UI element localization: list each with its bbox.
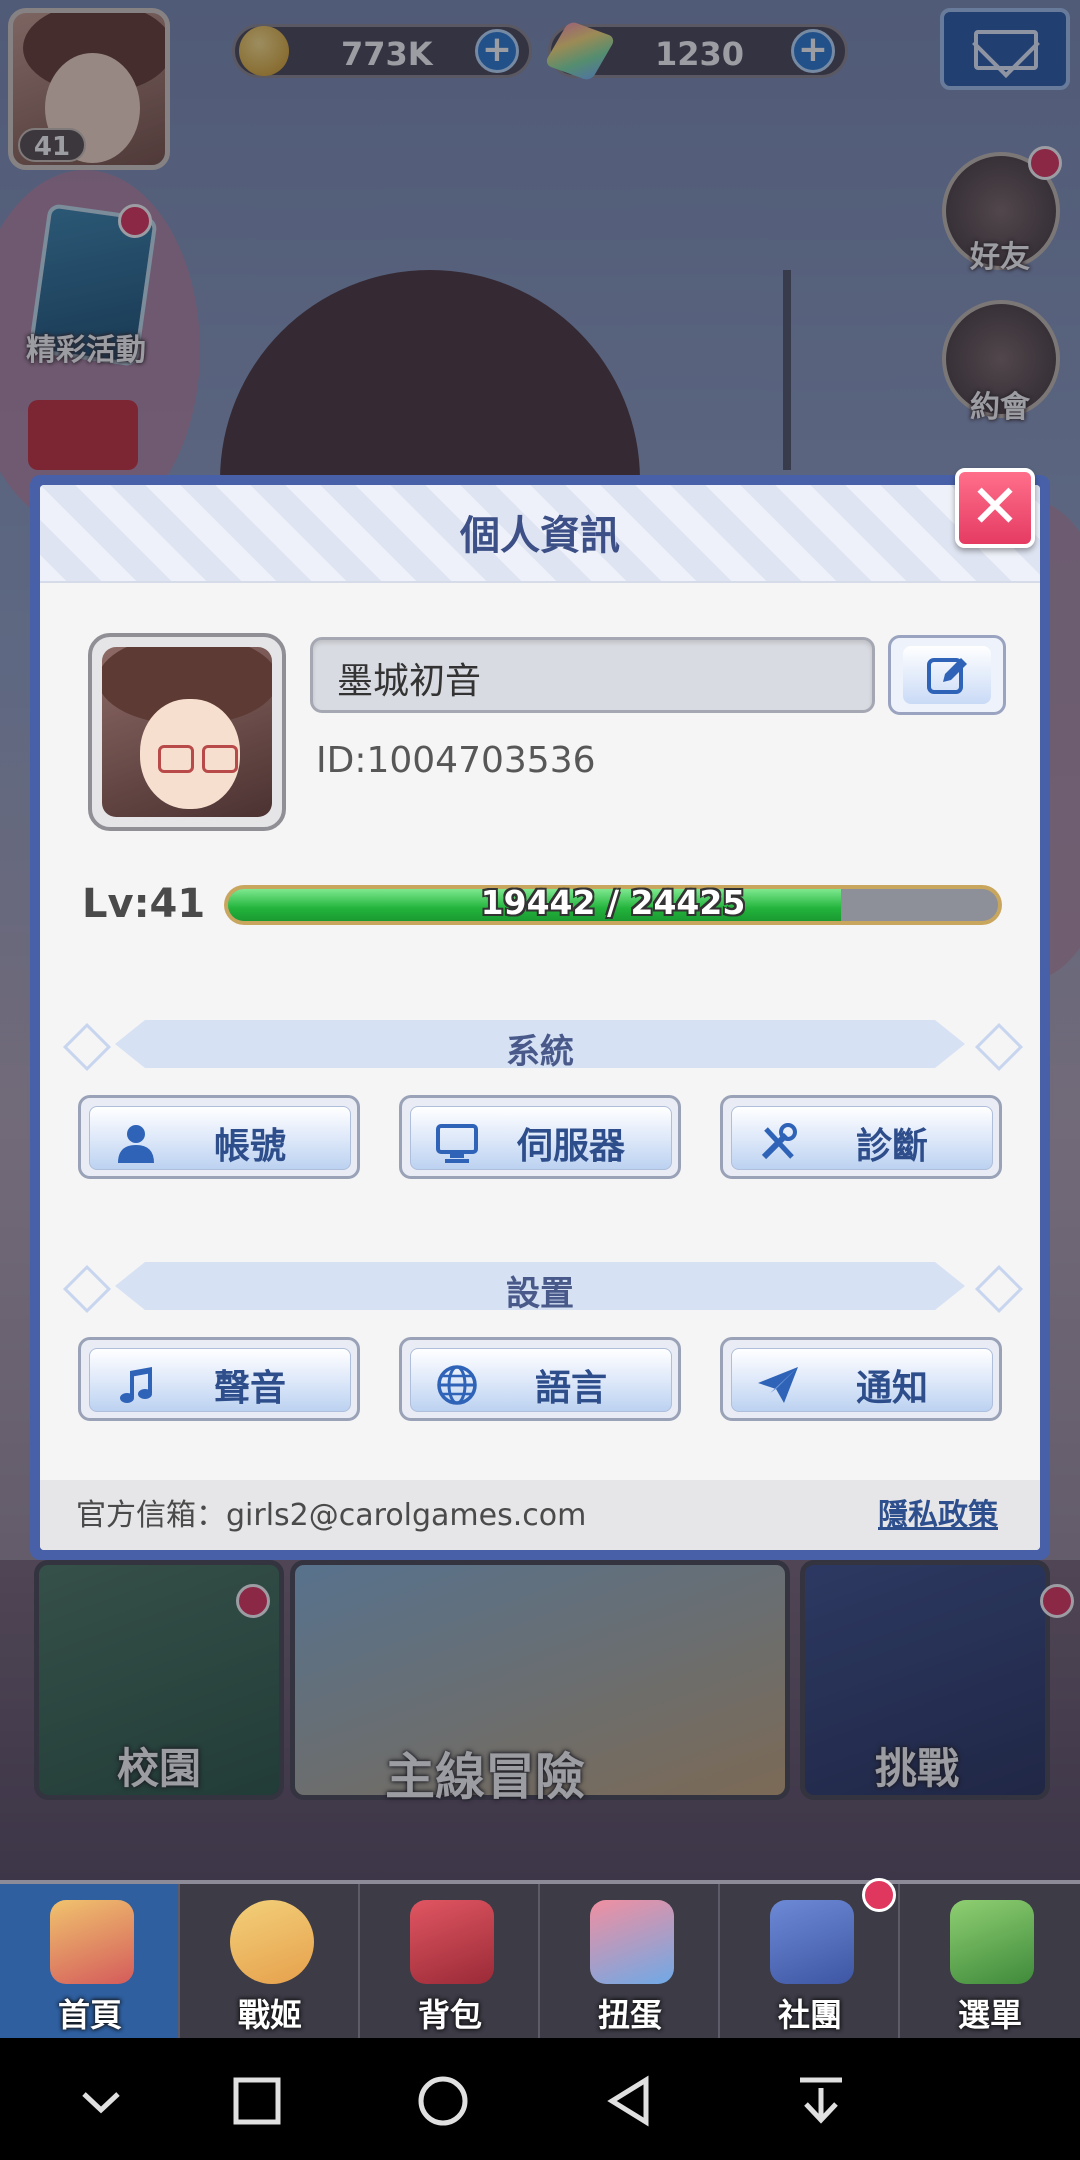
home-icon (50, 1900, 134, 1984)
player-name: 墨城初音 (337, 661, 482, 702)
gacha-machine-icon (590, 1900, 674, 1984)
player-name-field[interactable]: 墨城初音 (310, 637, 875, 713)
nav-bag[interactable]: 背包 (360, 1884, 540, 2042)
menu-book-icon (950, 1900, 1034, 1984)
player-id: ID:1004703536 (316, 740, 596, 781)
xp-text: 19442 / 24425 (480, 883, 746, 922)
notification-label: 通知 (855, 1368, 928, 1409)
nav-menu[interactable]: 選單 (900, 1884, 1080, 2042)
notification-dot (862, 1878, 896, 1912)
dialog-title: 個人資訊 (460, 513, 620, 559)
official-email: 官方信箱：girls2@carolgames.com (76, 1498, 587, 1533)
profile-avatar[interactable] (88, 633, 286, 831)
nav-club-label: 社團 (777, 1996, 842, 2034)
back-triangle-icon[interactable] (596, 2066, 666, 2136)
diagnose-label: 診斷 (855, 1126, 928, 1167)
nav-gacha-label: 扭蛋 (597, 1996, 662, 2034)
nav-heroines-label: 戰姬 (237, 1996, 302, 2034)
language-label: 語言 (534, 1368, 607, 1409)
system-section-title: 系統 (506, 1032, 574, 1072)
settings-section-banner: 設置 (60, 1262, 1024, 1314)
backpack-icon (410, 1900, 494, 1984)
nav-heroines[interactable]: 戰姬 (180, 1884, 360, 2042)
pencil-edit-icon (927, 658, 967, 694)
nav-home-label: 首頁 (57, 1996, 122, 2034)
notification-pull-icon[interactable] (786, 2066, 856, 2136)
club-sign-icon (770, 1900, 854, 1984)
sound-button[interactable]: 聲音 (78, 1337, 360, 1421)
home-circle-icon[interactable] (408, 2066, 478, 2136)
sound-label: 聲音 (213, 1368, 286, 1409)
system-nav-bar (0, 2038, 1080, 2160)
nav-bag-label: 背包 (417, 1996, 482, 2034)
account-button[interactable]: 帳號 (78, 1095, 360, 1179)
heroine-icon (230, 1900, 314, 1984)
server-button[interactable]: 伺服器 (399, 1095, 681, 1179)
language-button[interactable]: 語言 (399, 1337, 681, 1421)
account-label: 帳號 (213, 1126, 286, 1167)
profile-dialog: 個人資訊 墨城初音 ID:1004703536 Lv:41 19442 / 24… (30, 475, 1050, 1560)
close-button[interactable]: ✕ (955, 468, 1035, 548)
notification-button[interactable]: 通知 (720, 1337, 1002, 1421)
nav-menu-label: 選單 (957, 1996, 1022, 2034)
edit-name-button[interactable] (888, 635, 1006, 715)
privacy-policy-link[interactable]: 隱私政策 (878, 1490, 998, 1534)
nav-home[interactable]: 首頁 (0, 1884, 180, 2042)
dialog-footer: 官方信箱：girls2@carolgames.com 隱私政策 (40, 1480, 1040, 1550)
recents-square-icon[interactable] (222, 2066, 292, 2136)
system-section-banner: 系統 (60, 1020, 1024, 1072)
diagnose-button[interactable]: 診斷 (720, 1095, 1002, 1179)
profile-dialog-body: 個人資訊 墨城初音 ID:1004703536 Lv:41 19442 / 24… (40, 485, 1040, 1550)
level-label: Lv:41 (82, 881, 206, 927)
server-label: 伺服器 (516, 1126, 625, 1167)
nav-gacha[interactable]: 扭蛋 (540, 1884, 720, 2042)
xp-progress-bar: 19442 / 24425 (224, 883, 1002, 925)
chevron-down-icon[interactable] (66, 2066, 136, 2136)
settings-section-title: 設置 (506, 1274, 574, 1314)
bottom-nav: 首頁 戰姬 背包 扭蛋 社團 選單 (0, 1880, 1080, 2042)
